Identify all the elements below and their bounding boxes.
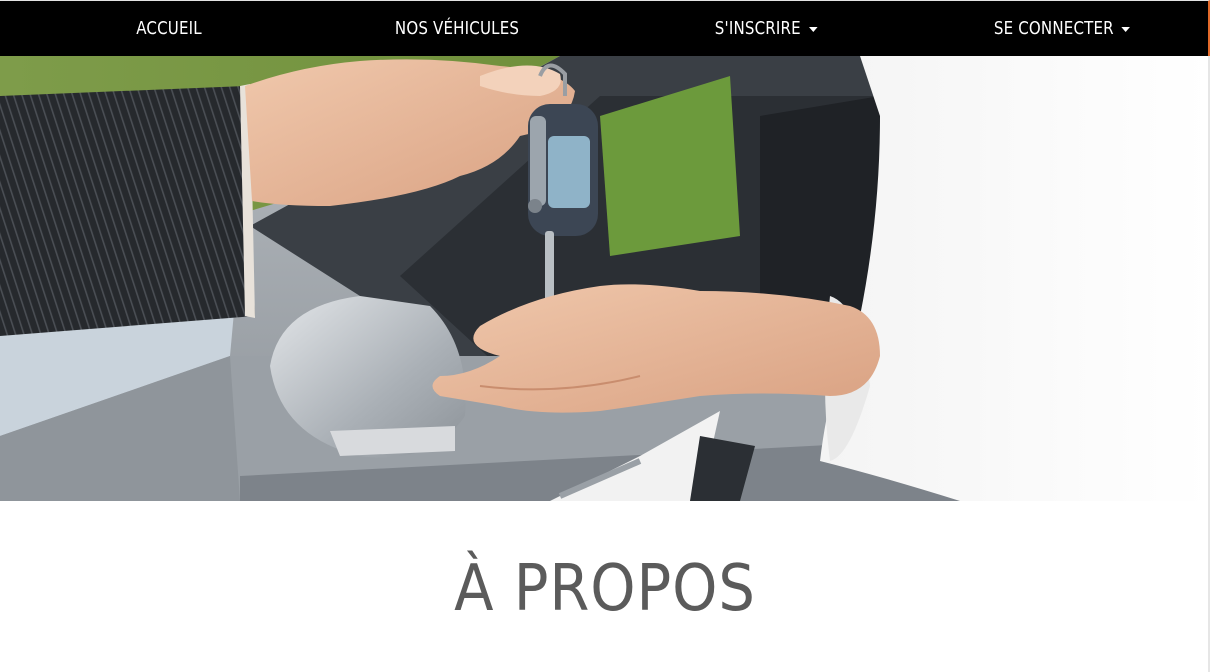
- hero-image: [0, 56, 1210, 501]
- nav-accueil-label: ACCUEIL: [136, 18, 202, 39]
- nav-connecter-label: SE CONNECTER: [993, 18, 1114, 39]
- nav-inscrire-dropdown[interactable]: S'INSCRIRE: [708, 1, 825, 56]
- caret-down-icon: [1121, 27, 1131, 32]
- car-key-handover-photo: [0, 56, 1210, 501]
- caret-down-icon: [808, 27, 818, 32]
- nav-accueil-link[interactable]: ACCUEIL: [127, 1, 211, 56]
- top-navbar: ACCUEIL NOS VÉHICULES S'INSCRIRE SE CONN…: [0, 0, 1210, 56]
- nav-vehicules-link[interactable]: NOS VÉHICULES: [389, 1, 525, 56]
- section-title: À PROPOS: [454, 552, 756, 626]
- page: ACCUEIL NOS VÉHICULES S'INSCRIRE SE CONN…: [0, 0, 1210, 672]
- nav-connecter-dropdown[interactable]: SE CONNECTER: [990, 1, 1134, 56]
- nav-vehicules-label: NOS VÉHICULES: [394, 18, 520, 39]
- nav-inscrire-label: S'INSCRIRE: [714, 18, 801, 39]
